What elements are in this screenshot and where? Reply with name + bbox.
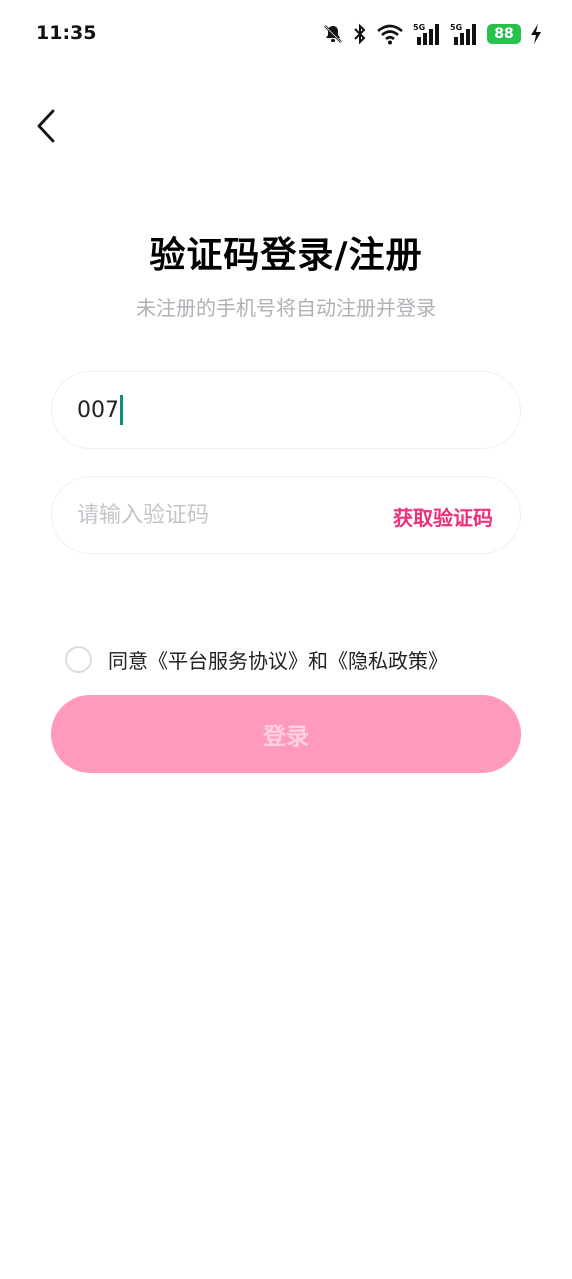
battery-icon: 88 xyxy=(487,24,521,44)
text-caret xyxy=(120,395,123,425)
login-button[interactable]: 登录 xyxy=(51,695,521,773)
phone-input[interactable]: 007 xyxy=(77,395,123,425)
phone-field[interactable]: 007 xyxy=(51,371,521,449)
agree-checkbox[interactable] xyxy=(65,646,92,673)
chevron-left-icon xyxy=(35,109,57,147)
bell-muted-icon xyxy=(322,23,344,45)
wifi-icon xyxy=(376,23,404,45)
status-bar: 11:35 5G 5G 88 xyxy=(0,0,572,68)
agreement-text: 同意《平台服务协议》和《隐私政策》 xyxy=(108,645,448,674)
svg-text:5G: 5G xyxy=(450,23,462,32)
code-field[interactable]: 获取验证码 xyxy=(51,476,521,554)
charging-icon xyxy=(530,23,542,45)
login-screen: 11:35 5G 5G 88 验证码登录/注册 未注册的手机号将自动注册并登录 … xyxy=(0,0,572,1279)
agreement-row: 同意《平台服务协议》和《隐私政策》 xyxy=(65,645,448,674)
bluetooth-icon xyxy=(353,23,367,45)
verification-code-input[interactable] xyxy=(77,502,357,528)
svg-text:5G: 5G xyxy=(413,23,425,32)
terms-link[interactable]: 《平台服务协议》 xyxy=(148,649,308,673)
privacy-link[interactable]: 《隐私政策》 xyxy=(328,649,448,673)
agreement-prefix: 同意 xyxy=(108,649,148,673)
status-time: 11:35 xyxy=(36,22,97,44)
page-subtitle: 未注册的手机号将自动注册并登录 xyxy=(136,296,436,320)
signal-5g-icon: 5G xyxy=(413,22,441,46)
get-code-button[interactable]: 获取验证码 xyxy=(393,477,493,555)
phone-value-text: 007 xyxy=(77,397,119,423)
back-button[interactable] xyxy=(26,106,66,150)
page-title: 验证码登录/注册 xyxy=(149,235,423,276)
agreement-joiner: 和 xyxy=(308,649,328,673)
status-icons: 5G 5G 88 xyxy=(322,20,542,48)
signal-5g-icon: 5G xyxy=(450,22,478,46)
